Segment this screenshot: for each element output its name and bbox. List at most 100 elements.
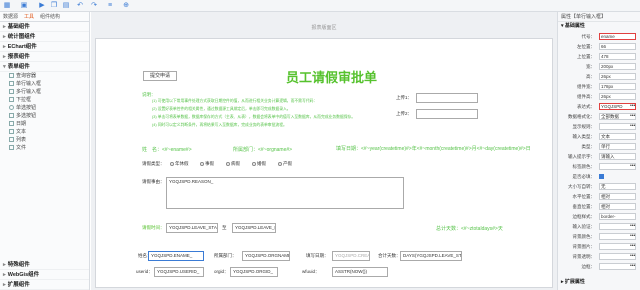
name-text: 姓 名：<#~ename#>: [142, 147, 192, 153]
leave-type-option[interactable]: 婚假: [252, 161, 266, 167]
more-icon[interactable]: •••: [630, 162, 635, 170]
userid-field[interactable]: YGQJSPD.USERID_: [154, 267, 204, 277]
more-icon[interactable]: •••: [630, 242, 635, 250]
property-value[interactable]: 178px: [599, 83, 636, 90]
leave-type-option[interactable]: 事假: [200, 161, 214, 167]
property-value[interactable]: ename: [599, 33, 636, 40]
zoom-icon[interactable]: ⊕: [122, 2, 130, 10]
property-value[interactable]: 26px: [599, 73, 636, 80]
leave-type-option[interactable]: 病假: [226, 161, 240, 167]
tab-datasource[interactable]: 数据源: [0, 12, 21, 21]
upload2-field[interactable]: [416, 109, 478, 119]
property-label: 高：: [586, 74, 595, 79]
more-icon[interactable]: •••: [630, 112, 635, 120]
days-field[interactable]: DAYS(YGQJSPD.LEAVE_ST: [400, 251, 462, 261]
group-special[interactable]: ▸ 特殊组件: [0, 260, 89, 270]
time-separator: 至: [222, 225, 227, 230]
form-item[interactable]: 下拉框: [0, 96, 89, 104]
tab-structure[interactable]: 组件结构: [37, 12, 63, 21]
group-report[interactable]: ▸ 报表组件: [0, 52, 89, 62]
align-icon[interactable]: ≡: [106, 2, 114, 10]
group-basic[interactable]: ▸ 基础组件: [0, 22, 89, 32]
more-icon[interactable]: •••: [630, 222, 635, 230]
note-2: (2) 设置好表单控件的相关属性，通过数据源工具绑定后，单击即可完成数据录入。: [152, 107, 291, 111]
tab-tools[interactable]: 工具: [21, 12, 37, 21]
form-item[interactable]: 文件: [0, 144, 89, 152]
leave-type-option[interactable]: 年休假: [170, 161, 189, 167]
row2-label-orgid: orgid：: [214, 269, 229, 274]
left-tabs: 数据源 工具 组件结构: [0, 12, 89, 22]
createtime-field[interactable]: YGQJSPD.CREATET: [332, 251, 370, 261]
property-value[interactable]: 200px: [599, 63, 636, 70]
group-webgis[interactable]: ▸ WebGis组件: [0, 270, 89, 280]
more-icon[interactable]: •••: [630, 252, 635, 260]
form-item[interactable]: 单行输入框: [0, 80, 89, 88]
redo-icon[interactable]: ↷: [90, 2, 98, 10]
property-value[interactable]: 无: [599, 183, 636, 190]
form-item[interactable]: 多行输入框: [0, 88, 89, 96]
form-item[interactable]: 日期: [0, 120, 89, 128]
undo-icon[interactable]: ↶: [76, 2, 84, 10]
property-label: 输入类型：: [572, 134, 596, 139]
property-panel: 属性【单行输入框】 ▾ 基础属性 代号： ename 左位置： 66 上位置： 478 宽：…: [557, 12, 640, 290]
leave-start-field[interactable]: YGQJSPD.LEAVE_STA: [166, 223, 218, 233]
copy-icon[interactable]: ❐: [50, 2, 58, 10]
property-row: 表达式： YGQJSPD •••: [558, 102, 640, 111]
more-icon[interactable]: •••: [630, 122, 635, 130]
property-label: 左位置：: [577, 44, 595, 49]
play-icon[interactable]: ▶: [38, 2, 46, 10]
ename-field[interactable]: YGQJSPD.ENAME_: [148, 251, 204, 261]
form-item[interactable]: 列表: [0, 136, 89, 144]
form-item[interactable]: 单选按钮: [0, 104, 89, 112]
required-checkbox[interactable]: [599, 174, 604, 179]
property-row: 高： 26px: [558, 72, 640, 81]
upload1-field[interactable]: [416, 93, 478, 103]
dept-text: 所属部门：<#~orgname#>: [233, 147, 293, 153]
group-ext[interactable]: ▸ 扩展组件: [0, 280, 89, 290]
property-value[interactable]: 66: [599, 43, 636, 50]
property-value[interactable]: 478: [599, 53, 636, 60]
property-value[interactable]: 26px: [599, 93, 636, 100]
submit-button[interactable]: 提交申请: [143, 71, 177, 81]
radio-icon: [9, 105, 14, 110]
report-paper[interactable]: 提交申请 员工请假审批单 说明： (1) 可使用以下常用事件处理方式获取日期控件…: [95, 38, 553, 288]
form-item[interactable]: 查询容器: [0, 72, 89, 80]
more-icon[interactable]: •••: [630, 262, 635, 270]
property-row: 代号： ename: [558, 32, 640, 41]
more-icon[interactable]: •••: [630, 102, 635, 110]
section-basic[interactable]: ▾ 基础属性: [558, 22, 640, 31]
grid-icon[interactable]: ▦: [3, 2, 11, 10]
reason-textarea[interactable]: YGQJSPD.REASON_: [166, 177, 404, 209]
save-icon[interactable]: ▣: [20, 2, 28, 10]
orgname-field[interactable]: YGQJSPD.ORGNAME_: [242, 251, 290, 261]
group-stats[interactable]: ▸ 统计图组件: [0, 32, 89, 42]
property-label: 大小写自转：: [568, 184, 595, 189]
input-icon: [9, 81, 14, 86]
paste-icon[interactable]: ▤: [62, 2, 70, 10]
property-value[interactable]: 相对: [599, 203, 636, 210]
component-panel: 数据源 工具 组件结构 ▸ 基础组件 ▸ 统计图组件 ▸ EChart组件 ▸ 报表组件…: [0, 12, 90, 290]
property-label: 组件宽：: [577, 84, 595, 89]
form-item[interactable]: 文本: [0, 128, 89, 136]
leave-end-field[interactable]: YGQJSPD.LEAVE_EN: [232, 223, 276, 233]
property-row: 组件宽： 178px: [558, 82, 640, 91]
group-form[interactable]: ▾ 表单组件: [0, 62, 89, 72]
property-row: 宽： 200px: [558, 62, 640, 71]
property-label: 背景颜色：: [572, 234, 596, 239]
section-extended[interactable]: ▸ 扩展属性: [558, 278, 585, 287]
group-echart[interactable]: ▸ EChart组件: [0, 42, 89, 52]
property-row: 数据格式化： 全部数据 •••: [558, 112, 640, 121]
property-row: 左位置： 66: [558, 42, 640, 51]
property-value[interactable]: 单行: [599, 143, 636, 150]
orgid-field[interactable]: YGQJSPD.ORGID_: [230, 267, 278, 277]
leave-type-option[interactable]: 产假: [278, 161, 292, 167]
property-value[interactable]: 文本: [599, 133, 636, 140]
form-item[interactable]: 多选按钮: [0, 112, 89, 120]
more-icon[interactable]: •••: [630, 232, 635, 240]
property-value[interactable]: 相对: [599, 193, 636, 200]
list-icon: [9, 137, 14, 142]
property-value[interactable]: border-: [599, 213, 636, 220]
property-value[interactable]: 请输入: [599, 153, 636, 160]
wfuuid-field[interactable]: ASSTR(NOW()): [332, 267, 388, 277]
file-icon: [9, 145, 14, 150]
